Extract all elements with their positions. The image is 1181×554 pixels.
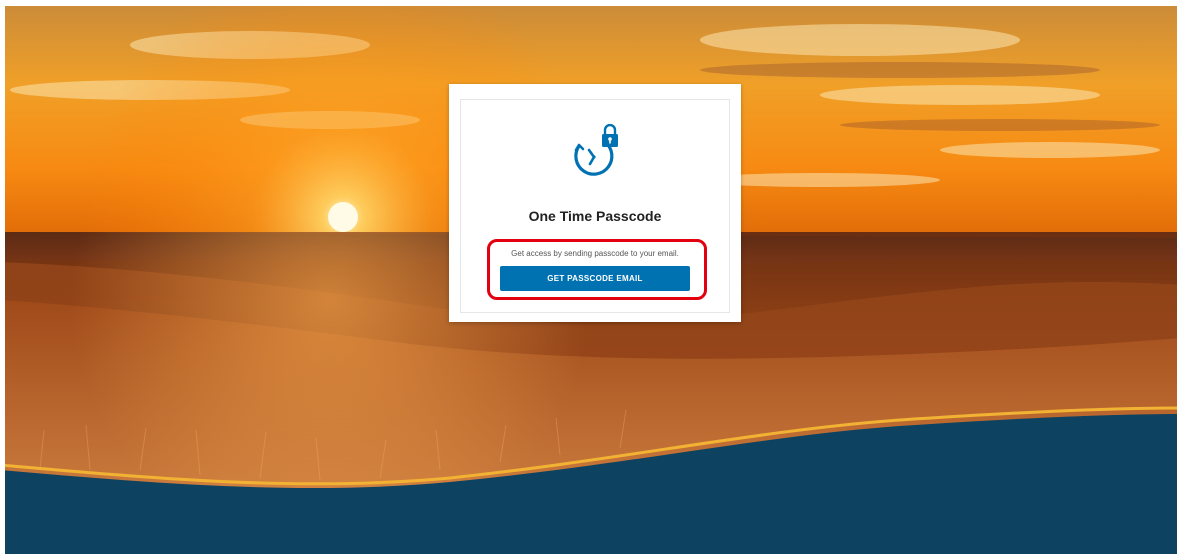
frame-left (0, 0, 5, 554)
highlight-annotation (487, 239, 707, 300)
clock-lock-icon (567, 123, 623, 180)
frame-right (1177, 0, 1181, 554)
page-title: One Time Passcode (528, 208, 662, 224)
frame-top (0, 0, 1181, 6)
page: One Time Passcode Get access by sending … (0, 0, 1181, 554)
